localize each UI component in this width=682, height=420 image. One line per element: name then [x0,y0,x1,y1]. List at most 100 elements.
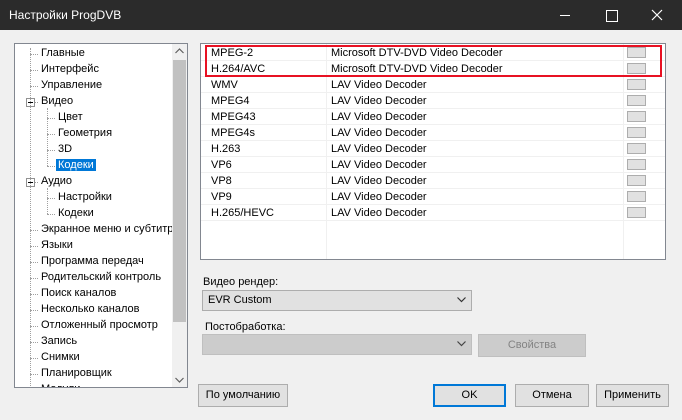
codec-format: WMV [211,79,238,91]
postprocessing-label: Постобработка: [205,321,286,333]
codec-decoder[interactable]: LAV Video Decoder [331,95,427,107]
tree-connector [47,188,48,214]
window-title: Настройки ProgDVB [9,8,122,22]
defaults-button[interactable]: По умолчанию [198,384,288,407]
codec-row[interactable]: H.265/HEVC LAV Video Decoder [201,205,665,221]
close-button[interactable] [634,0,680,30]
cancel-button[interactable]: Отмена [515,384,589,407]
minimize-button[interactable] [542,0,588,30]
tree-item[interactable]: Языки [39,238,75,253]
chevron-down-icon [457,297,466,303]
tree-connector [30,86,38,87]
codec-settings-button[interactable] [627,127,646,138]
codec-list[interactable]: MPEG-2 Microsoft DTV-DVD Video Decoder H.2… [200,43,666,260]
tree-item[interactable]: Модули [39,382,82,387]
tree-item[interactable]: Кодеки [56,158,96,173]
codec-decoder[interactable]: LAV Video Decoder [331,207,427,219]
video-renderer-label: Видео рендер: [203,276,279,288]
codec-decoder[interactable]: LAV Video Decoder [331,143,427,155]
codec-format: MPEG43 [211,111,256,123]
tree-connector [30,70,38,71]
codec-decoder[interactable]: LAV Video Decoder [331,159,427,171]
scroll-thumb[interactable] [173,60,186,322]
tree-item[interactable]: Родительский контроль [39,270,163,285]
scroll-up-icon [175,48,184,54]
tree-item-label: 3D [58,143,73,155]
tree-items: Главные Интерфейс Управление Видео Цвет Геоме… [15,44,172,387]
codec-row[interactable]: MPEG43 LAV Video Decoder [201,109,665,125]
tree-item[interactable]: Отложенный просмотр [39,318,160,333]
tree-item[interactable]: Управление [39,78,104,93]
tree-item-label: Главные [41,47,85,59]
tree-item[interactable]: Кодеки [56,206,96,221]
tree-item[interactable]: Аудио [39,174,74,189]
tree-connector [30,278,38,279]
tree-item[interactable]: Несколько каналов [39,302,142,317]
tree-item[interactable]: Запись [39,334,79,349]
tree-item-label: Интерфейс [41,63,99,75]
tree-item[interactable]: Планировщик [39,366,114,381]
codec-row[interactable]: MPEG4s LAV Video Decoder [201,125,665,141]
title-bar: Настройки ProgDVB [0,0,682,30]
tree-item[interactable]: Главные [39,46,87,61]
codec-row[interactable]: VP6 LAV Video Decoder [201,157,665,173]
ok-button[interactable]: OK [433,384,506,407]
tree-item[interactable]: Снимки [39,350,82,365]
codec-row[interactable]: MPEG4 LAV Video Decoder [201,93,665,109]
codec-decoder[interactable]: LAV Video Decoder [331,175,427,187]
tree-item[interactable]: Экранное меню и субтитры [39,222,172,237]
tree-item-label: Кодеки [56,159,96,171]
codec-decoder[interactable]: LAV Video Decoder [331,111,427,123]
tree-scrollbar[interactable] [172,44,187,387]
tree-item-label: Несколько каналов [41,303,140,315]
codec-settings-button[interactable] [627,111,646,122]
tree-connector [47,166,55,167]
codec-format: VP8 [211,175,232,187]
tree-item[interactable]: 3D [56,142,74,157]
tree-connector [47,198,55,199]
codec-row[interactable]: WMV LAV Video Decoder [201,77,665,93]
properties-button[interactable]: Свойства [478,334,586,357]
tree-item-label: Видео [41,95,74,107]
tree-item[interactable]: Видео [39,94,75,109]
codec-format: VP9 [211,191,232,203]
tree-item[interactable]: Интерфейс [39,62,101,77]
tree-connector [47,108,48,166]
codec-format: H.263 [211,143,241,155]
codec-settings-button[interactable] [627,159,646,170]
tree-item[interactable]: Геометрия [56,126,114,141]
tree-connector [47,214,55,215]
tree-connector [47,134,55,135]
tree-item-label: Запись [41,335,78,347]
tree-item[interactable]: Программа передач [39,254,146,269]
chevron-down-icon [457,341,466,347]
codec-decoder[interactable]: LAV Video Decoder [331,191,427,203]
tree-connector [30,342,38,343]
codec-settings-button[interactable] [627,175,646,186]
codec-settings-button[interactable] [627,79,646,90]
tree-connector [30,54,38,55]
codec-settings-button[interactable] [627,95,646,106]
settings-tree[interactable]: Главные Интерфейс Управление Видео Цвет Геоме… [14,43,188,388]
tree-item-label: Цвет [58,111,83,123]
apply-button[interactable]: Применить [596,384,669,407]
codec-settings-button[interactable] [627,191,646,202]
tree-item-label: Родительский контроль [41,271,162,283]
tree-item[interactable]: Поиск каналов [39,286,118,301]
codec-settings-button[interactable] [627,143,646,154]
tree-item[interactable]: Настройки [56,190,114,205]
tree-item[interactable]: Цвет [56,110,85,125]
postprocessing-select[interactable] [202,334,472,355]
codec-row[interactable]: VP9 LAV Video Decoder [201,189,665,205]
video-renderer-select[interactable]: EVR Custom [202,290,472,311]
codec-format: H.265/HEVC [211,207,274,219]
codec-format: MPEG4 [211,95,250,107]
tree-connector [30,262,38,263]
codec-decoder[interactable]: LAV Video Decoder [331,127,427,139]
scroll-down-icon [175,377,184,383]
codec-row[interactable]: VP8 LAV Video Decoder [201,173,665,189]
codec-settings-button[interactable] [627,207,646,218]
codec-decoder[interactable]: LAV Video Decoder [331,79,427,91]
maximize-button[interactable] [588,0,634,30]
codec-row[interactable]: H.263 LAV Video Decoder [201,141,665,157]
